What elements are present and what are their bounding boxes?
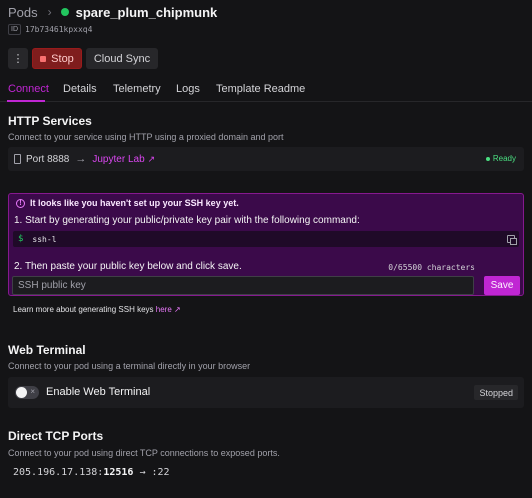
running-status-dot (60, 8, 69, 16)
tcp-external-port: 12516 (103, 467, 134, 478)
ssh-step-2: 2. Then paste your public key below and … (14, 261, 242, 272)
shell-prompt: $ (18, 234, 24, 244)
port-icon (14, 154, 21, 164)
ssh-public-key-input[interactable] (12, 276, 474, 295)
ready-dot-icon (485, 156, 490, 161)
ready-badge: Ready (485, 154, 516, 163)
tcp-internal-port: :22 (151, 467, 170, 478)
tcp-ip: 205.196.17.138: (13, 467, 104, 478)
pod-header: Pods › spare_plum_chipmunk (8, 3, 217, 21)
pod-name: spare_plum_chipmunk (75, 4, 218, 20)
tab-connect[interactable]: Connect (8, 83, 49, 95)
breadcrumb-pods[interactable]: Pods (8, 5, 38, 20)
web-terminal-row: × Enable Web Terminal Stopped (8, 377, 524, 408)
ssh-warning: ! It looks like you haven't set up your … (16, 198, 239, 208)
tab-telemetry[interactable]: Telemetry (113, 83, 161, 95)
stop-button[interactable]: Stop (32, 48, 82, 69)
learn-more-link[interactable]: here (156, 305, 172, 314)
pod-actions: ⋮ Stop Cloud Sync (8, 48, 158, 69)
save-ssh-key-button[interactable]: Save (484, 276, 520, 295)
stop-icon (40, 55, 47, 62)
http-port: Port 8888 (26, 153, 70, 165)
info-icon: ! (16, 198, 25, 208)
chevron-right-icon: › (47, 5, 52, 19)
pod-id[interactable]: 17b73461kpxxq4 (25, 25, 92, 34)
learn-more-text: Learn more about generating SSH keys (13, 305, 154, 314)
tab-template-readme[interactable]: Template Readme (216, 83, 305, 95)
stop-label: Stop (51, 52, 74, 65)
terminal-status-badge: Stopped (474, 385, 518, 400)
tcp-ports-desc: Connect to your pod using direct TCP con… (8, 448, 280, 458)
arrow-right-icon: → (75, 153, 87, 165)
toggle-knob (16, 387, 27, 398)
more-options-button[interactable]: ⋮ (8, 48, 28, 69)
tab-bar: Connect Details Telemetry Logs Template … (0, 80, 532, 102)
web-terminal-desc: Connect to your pod using a terminal dir… (8, 361, 251, 371)
pod-id-row: ID 17b73461kpxxq4 (8, 24, 92, 35)
copy-icon[interactable] (507, 235, 517, 245)
jupyter-lab-link[interactable]: Jupyter Lab (92, 154, 144, 165)
web-terminal-title: Web Terminal (8, 343, 86, 357)
http-services-desc: Connect to your service using HTTP using… (8, 132, 284, 142)
external-link-icon[interactable]: ↗ (148, 154, 156, 165)
kebab-menu-icon: ⋮ (12, 53, 24, 65)
close-icon: × (30, 387, 35, 396)
tab-logs[interactable]: Logs (176, 83, 200, 95)
ssh-learn-more: Learn more about generating SSH keys her… (13, 305, 181, 314)
active-tab-indicator (7, 100, 45, 102)
external-link-icon[interactable]: ↗ (174, 305, 181, 314)
cloud-sync-button[interactable]: Cloud Sync (86, 48, 158, 69)
id-badge: ID (8, 24, 21, 35)
http-services-title: HTTP Services (8, 114, 92, 128)
tcp-mapping[interactable]: 205.196.17.138:12516 → :22 (13, 467, 170, 478)
web-terminal-toggle[interactable]: × (15, 386, 39, 399)
arrow-right-icon: → (139, 467, 146, 478)
character-counter: 0/65500 characters (388, 263, 475, 272)
ssh-command-box: $ ssh-l (13, 231, 519, 247)
ssh-warning-text: It looks like you haven't set up your SS… (30, 198, 239, 208)
ssh-step-1: 1. Start by generating your public/priva… (14, 215, 360, 226)
web-terminal-label: Enable Web Terminal (46, 386, 151, 398)
cloud-sync-label: Cloud Sync (93, 52, 151, 65)
tab-details[interactable]: Details (63, 83, 97, 95)
tcp-ports-title: Direct TCP Ports (8, 429, 104, 443)
ssh-command: ssh-l (32, 234, 57, 244)
ready-label: Ready (492, 154, 516, 163)
http-service-row: Port 8888 → Jupyter Lab ↗ Ready (8, 147, 524, 171)
